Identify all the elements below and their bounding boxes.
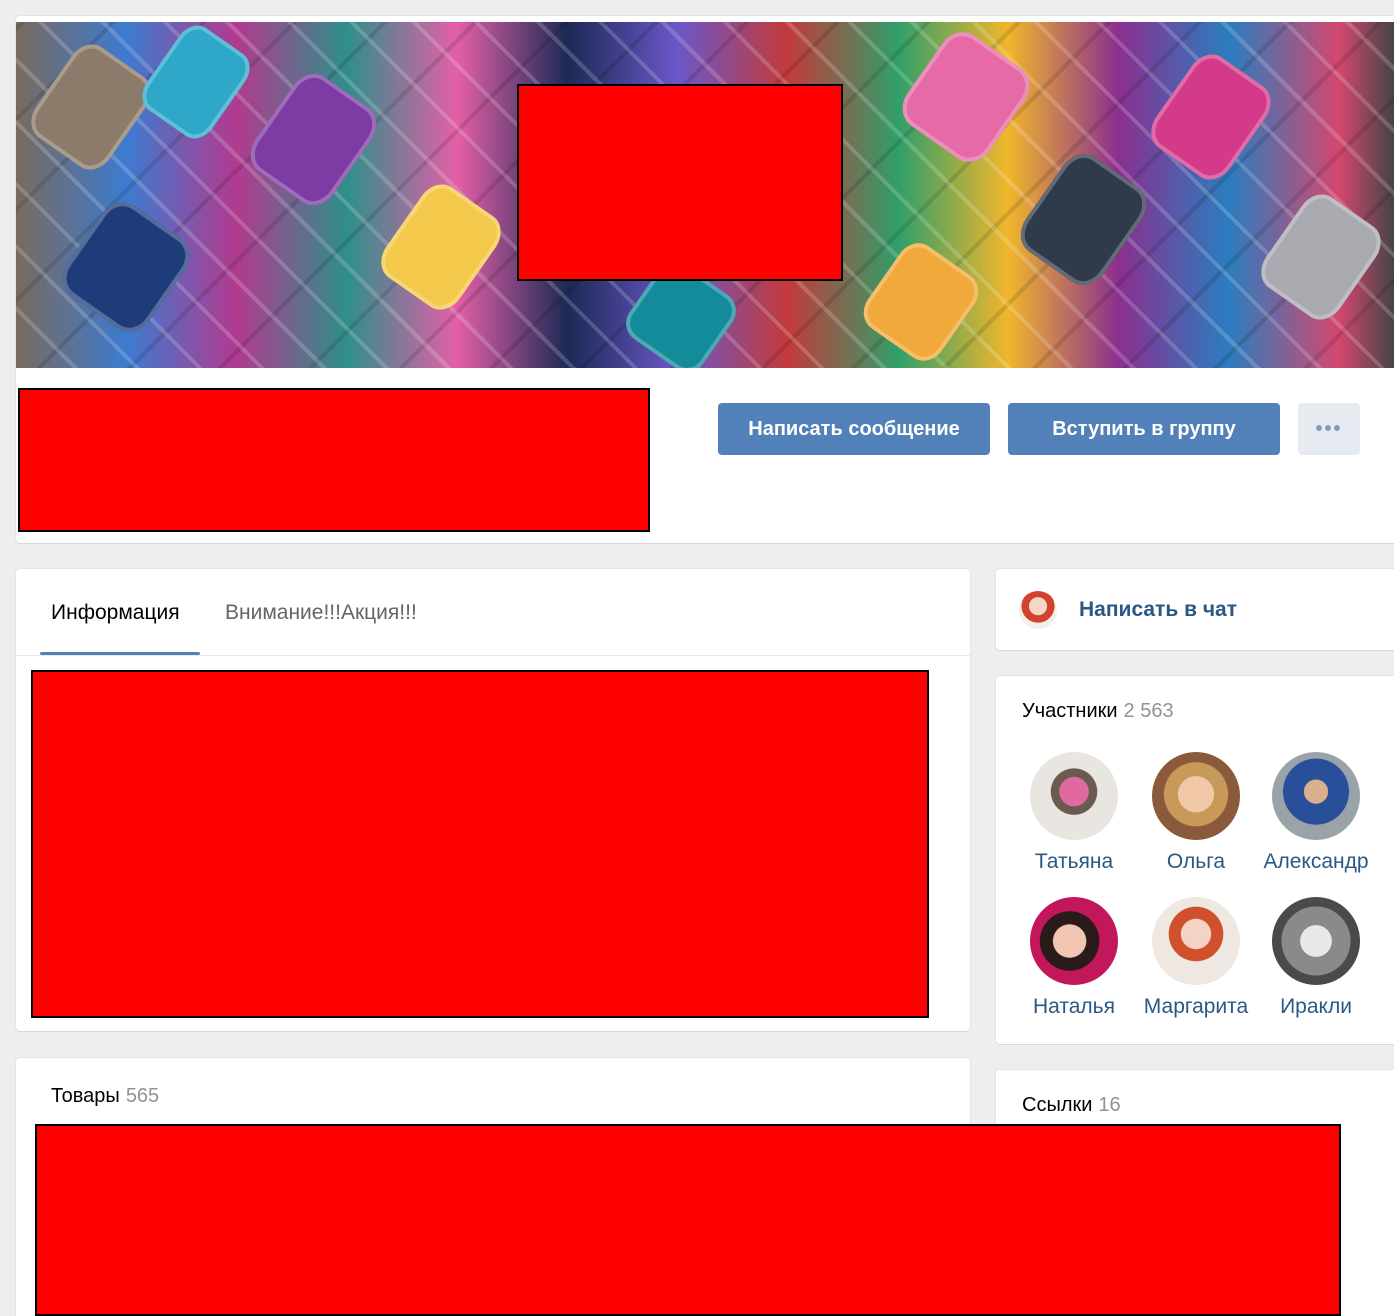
members-header[interactable]: Участники 2 563 — [1022, 700, 1174, 723]
redacted-goods-content — [35, 1124, 1341, 1316]
member-name: Татьяна — [1034, 850, 1114, 873]
more-dots-icon: ••• — [1315, 417, 1343, 440]
avatar — [1152, 752, 1240, 840]
links-header[interactable]: Ссылки 16 — [1022, 1094, 1121, 1117]
members-count: 2 563 — [1123, 700, 1174, 722]
member-item[interactable]: Татьяна — [1014, 752, 1134, 874]
member-name: Маргарита — [1143, 995, 1249, 1018]
member-name: Ольга — [1166, 850, 1226, 873]
tab-information[interactable]: Информация — [51, 601, 180, 625]
backpack-image — [372, 176, 510, 318]
chat-card[interactable]: Написать в чат — [996, 569, 1394, 650]
goods-count: 565 — [125, 1085, 160, 1107]
member-name: Иракли — [1280, 995, 1352, 1018]
goods-header[interactable]: Товары 565 — [51, 1085, 159, 1108]
backpack-image — [1252, 186, 1390, 328]
backpack-image — [22, 36, 160, 178]
backpack-image — [893, 23, 1039, 171]
redacted-info-content — [31, 670, 929, 1018]
member-item[interactable]: Ольга — [1136, 752, 1256, 874]
group-header-card: Написать сообщение Вступить в группу ••• — [16, 16, 1394, 543]
info-tabs: Информация Внимание!!!Акция!!! — [16, 569, 970, 656]
links-title: Ссылки — [1022, 1094, 1093, 1116]
avatar — [1030, 752, 1118, 840]
backpack-image — [1142, 46, 1280, 188]
avatar — [1030, 897, 1118, 985]
avatar — [1272, 752, 1360, 840]
avatar — [1272, 897, 1360, 985]
redacted-group-name — [18, 388, 650, 532]
redacted-logo — [517, 84, 843, 281]
backpack-image — [855, 235, 987, 368]
goods-title: Товары — [51, 1085, 120, 1107]
backpack-image — [134, 22, 258, 146]
member-item[interactable]: Маргарита — [1136, 897, 1256, 1019]
member-item[interactable]: Александр — [1256, 752, 1376, 874]
backpack-image — [1011, 145, 1156, 294]
member-name: Наталья — [1032, 995, 1115, 1018]
more-actions-button[interactable]: ••• — [1298, 403, 1360, 455]
member-item[interactable]: Иракли — [1256, 897, 1376, 1019]
info-card: Информация Внимание!!!Акция!!! — [16, 569, 970, 1031]
members-title: Участники — [1022, 700, 1118, 722]
member-name: Александр — [1263, 850, 1369, 873]
write-to-chat-link[interactable]: Написать в чат — [1079, 598, 1237, 622]
links-count: 16 — [1098, 1094, 1121, 1116]
backpack-image — [241, 65, 386, 214]
tab-promotion[interactable]: Внимание!!!Акция!!! — [225, 601, 417, 625]
chat-avatar — [1019, 591, 1057, 629]
avatar — [1152, 897, 1240, 985]
backpack-image — [53, 193, 199, 341]
join-group-button[interactable]: Вступить в группу — [1008, 403, 1280, 455]
member-item[interactable]: Наталья — [1014, 897, 1134, 1019]
write-message-button[interactable]: Написать сообщение — [718, 403, 990, 455]
active-tab-indicator — [40, 652, 200, 655]
members-card: Участники 2 563 Татьяна Ольга Александр Н… — [996, 676, 1394, 1044]
